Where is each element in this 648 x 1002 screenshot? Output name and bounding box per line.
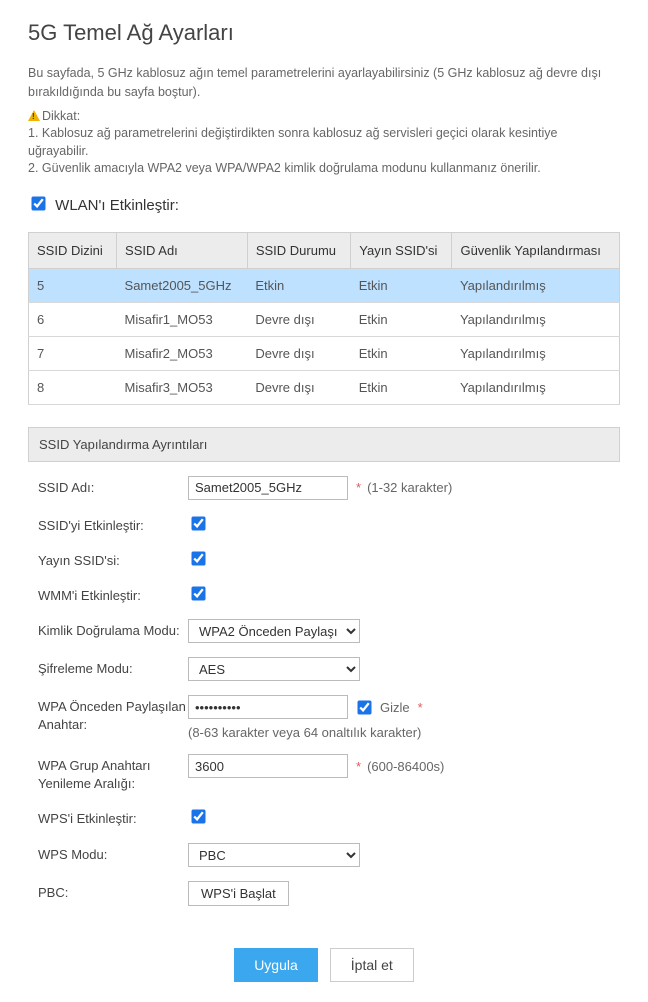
table-cell: Yapılandırılmış bbox=[452, 336, 620, 370]
table-cell: Samet2005_5GHz bbox=[117, 268, 248, 302]
table-cell: Yapılandırılmış bbox=[452, 302, 620, 336]
ssid-name-input[interactable] bbox=[188, 476, 348, 500]
table-row[interactable]: 6Misafir1_MO53Devre dışıEtkinYapılandırı… bbox=[29, 302, 620, 336]
page-title: 5G Temel Ağ Ayarları bbox=[28, 20, 620, 46]
wps-mode-label: WPS Modu: bbox=[38, 843, 188, 864]
apply-button[interactable]: Uygula bbox=[234, 948, 318, 982]
table-cell: Yapılandırılmış bbox=[452, 268, 620, 302]
table-cell: Misafir3_MO53 bbox=[117, 370, 248, 404]
table-cell: Devre dışı bbox=[247, 370, 350, 404]
ssid-table: SSID Dizini SSID Adı SSID Durumu Yayın S… bbox=[28, 232, 620, 405]
table-cell: Etkin bbox=[247, 268, 350, 302]
required-asterisk: * bbox=[356, 759, 361, 774]
table-cell: Devre dışı bbox=[247, 336, 350, 370]
caution-line-2: 2. Güvenlik amacıyla WPA2 veya WPA/WPA2 … bbox=[28, 161, 541, 175]
pbc-label: PBC: bbox=[38, 881, 188, 902]
ssid-details-header: SSID Yapılandırma Ayrıntıları bbox=[28, 427, 620, 462]
col-security: Güvenlik Yapılandırması bbox=[452, 232, 620, 268]
psk-hint: (8-63 karakter veya 64 onaltılık karakte… bbox=[188, 725, 421, 740]
wps-mode-select[interactable]: PBC bbox=[188, 843, 360, 867]
enc-mode-select[interactable]: AES bbox=[188, 657, 360, 681]
wlan-enable-row: WLAN'ı Etkinleştir: bbox=[28, 194, 620, 214]
col-ssid-name: SSID Adı bbox=[117, 232, 248, 268]
psk-input[interactable] bbox=[188, 695, 348, 719]
wmm-label: WMM'i Etkinleştir: bbox=[38, 584, 188, 605]
table-cell: Etkin bbox=[351, 302, 452, 336]
auth-mode-select[interactable]: WPA2 Önceden Paylaşıla bbox=[188, 619, 360, 643]
wlan-enable-checkbox[interactable] bbox=[31, 196, 45, 210]
required-asterisk: * bbox=[418, 700, 423, 715]
wps-enable-label: WPS'i Etkinleştir: bbox=[38, 807, 188, 828]
table-cell: 7 bbox=[29, 336, 117, 370]
wlan-enable-label: WLAN'ı Etkinleştir: bbox=[55, 197, 179, 214]
ssid-name-hint: (1-32 karakter) bbox=[367, 480, 452, 495]
page-intro: Bu sayfada, 5 GHz kablosuz ağın temel pa… bbox=[28, 64, 620, 102]
enc-mode-label: Şifreleme Modu: bbox=[38, 657, 188, 678]
col-ssid-status: SSID Durumu bbox=[247, 232, 350, 268]
table-cell: Devre dışı bbox=[247, 302, 350, 336]
caution-label: Dikkat: bbox=[42, 109, 80, 123]
table-cell: 5 bbox=[29, 268, 117, 302]
table-row[interactable]: 8Misafir3_MO53Devre dışıEtkinYapılandırı… bbox=[29, 370, 620, 404]
required-asterisk: * bbox=[356, 480, 361, 495]
ssid-name-label: SSID Adı: bbox=[38, 476, 188, 497]
ssid-enable-label: SSID'yi Etkinleştir: bbox=[38, 514, 188, 535]
ssid-enable-checkbox[interactable] bbox=[191, 516, 205, 530]
auth-mode-label: Kimlik Doğrulama Modu: bbox=[38, 619, 188, 640]
ssid-details-form: SSID Adı: * (1-32 karakter) SSID'yi Etki… bbox=[28, 462, 620, 924]
table-cell: 8 bbox=[29, 370, 117, 404]
table-cell: Misafir1_MO53 bbox=[117, 302, 248, 336]
group-key-input[interactable] bbox=[188, 754, 348, 778]
group-key-hint: (600-86400s) bbox=[367, 759, 444, 774]
table-row[interactable]: 7Misafir2_MO53Devre dışıEtkinYapılandırı… bbox=[29, 336, 620, 370]
table-cell: Misafir2_MO53 bbox=[117, 336, 248, 370]
broadcast-label: Yayın SSID'si: bbox=[38, 549, 188, 570]
group-key-label: WPA Grup Anahtarı Yenileme Aralığı: bbox=[38, 754, 188, 793]
psk-hide-checkbox[interactable] bbox=[357, 700, 371, 714]
warning-icon bbox=[28, 110, 40, 121]
psk-label: WPA Önceden Paylaşılan Anahtar: bbox=[38, 695, 188, 734]
psk-hide-label: Gizle bbox=[380, 700, 410, 715]
table-cell: Etkin bbox=[351, 370, 452, 404]
table-cell: Etkin bbox=[351, 268, 452, 302]
wmm-checkbox[interactable] bbox=[191, 586, 205, 600]
col-ssid-index: SSID Dizini bbox=[29, 232, 117, 268]
table-cell: 6 bbox=[29, 302, 117, 336]
cancel-button[interactable]: İptal et bbox=[330, 948, 414, 982]
wps-start-button[interactable]: WPS'i Başlat bbox=[188, 881, 289, 906]
wps-enable-checkbox[interactable] bbox=[191, 810, 205, 824]
broadcast-checkbox[interactable] bbox=[191, 551, 205, 565]
caution-line-1: 1. Kablosuz ağ parametrelerini değiştird… bbox=[28, 126, 557, 158]
table-cell: Etkin bbox=[351, 336, 452, 370]
col-broadcast: Yayın SSID'si bbox=[351, 232, 452, 268]
table-cell: Yapılandırılmış bbox=[452, 370, 620, 404]
table-row[interactable]: 5Samet2005_5GHzEtkinEtkinYapılandırılmış bbox=[29, 268, 620, 302]
caution-block: Dikkat: 1. Kablosuz ağ parametrelerini d… bbox=[28, 108, 620, 178]
